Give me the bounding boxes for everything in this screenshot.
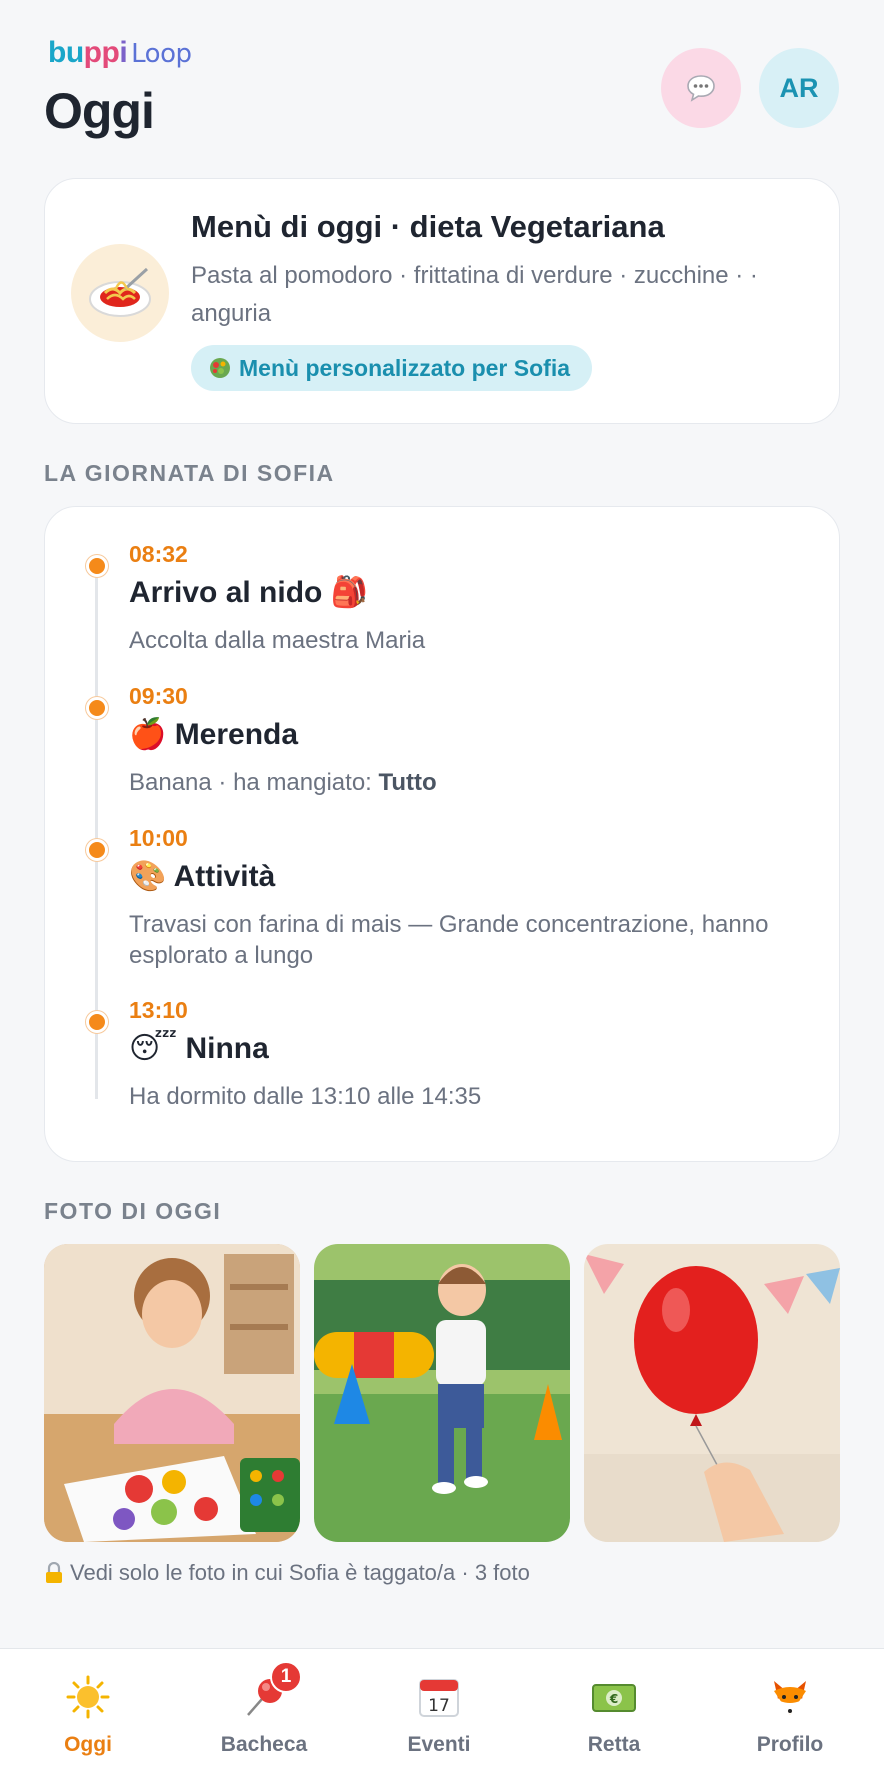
brand-part-1: bu bbox=[48, 36, 84, 69]
menu-title: Menù di oggi · dieta Vegetariana bbox=[191, 209, 665, 244]
personalized-menu-badge[interactable]: Menù personalizzato per Sofia bbox=[191, 345, 592, 391]
nav-item-oggi[interactable]: Oggi bbox=[23, 1669, 153, 1757]
personalized-menu-label: Menù personalizzato per Sofia bbox=[239, 354, 570, 381]
nav-label-eventi: Eventi bbox=[407, 1733, 471, 1756]
nav-label-profilo: Profilo bbox=[756, 1733, 824, 1756]
app-screen: buppi Loop Oggi AR Menù di oggi · dieta V… bbox=[0, 0, 884, 1779]
timeline-dot bbox=[86, 1011, 108, 1033]
lock-icon bbox=[46, 1562, 62, 1583]
avatar[interactable]: AR bbox=[759, 48, 839, 128]
fox-icon bbox=[762, 1669, 818, 1725]
photo-note: Vedi solo le foto in cui Sofia è taggato… bbox=[44, 1560, 530, 1586]
timeline-desc-prefix: Banana · ha mangiato: bbox=[129, 769, 379, 796]
food-circle bbox=[71, 244, 169, 342]
timeline-desc: Accolta dalla maestra Maria bbox=[129, 627, 426, 654]
menu-card[interactable]: Menù di oggi · dieta Vegetariana Pasta a… bbox=[44, 178, 840, 424]
timeline-card: 08:32 Arrivo al nido 🎒 Accolta dalla mae… bbox=[44, 506, 840, 1162]
calendar-icon: 17 bbox=[411, 1669, 467, 1725]
spaghetti-icon bbox=[89, 267, 151, 317]
nav-label-oggi: Oggi bbox=[64, 1733, 112, 1756]
nav-item-eventi[interactable]: 17 Eventi bbox=[374, 1669, 504, 1757]
sun-icon bbox=[60, 1669, 116, 1725]
bottom-nav: Oggi 1 Bacheca 17 Eventi € Retta Profilo bbox=[0, 1648, 884, 1779]
brand-part-3: i bbox=[119, 36, 128, 69]
timeline-dot bbox=[86, 839, 108, 861]
calendar-day: 17 bbox=[428, 1696, 450, 1716]
timeline-time: 10:00 bbox=[129, 825, 188, 851]
notification-badge: 1 bbox=[270, 1661, 302, 1693]
nav-item-retta[interactable]: € Retta bbox=[549, 1669, 679, 1757]
nav-item-profilo[interactable]: Profilo bbox=[725, 1669, 855, 1757]
speech-bubble-icon bbox=[687, 75, 715, 102]
timeline-title: 😴 Ninna bbox=[129, 1032, 269, 1065]
balloon-photo[interactable] bbox=[584, 1244, 840, 1542]
brand-logo: buppi Loop bbox=[48, 36, 192, 70]
menu-items: Pasta al pomodoro · frittatina di verdur… bbox=[191, 262, 758, 327]
painting-photo[interactable] bbox=[44, 1244, 300, 1542]
timeline-time: 13:10 bbox=[129, 997, 188, 1023]
timeline-title: 🎨 Attività bbox=[129, 860, 276, 893]
timeline-title: 🍎 Merenda bbox=[129, 718, 299, 751]
chat-button[interactable] bbox=[661, 48, 741, 128]
svg-text:€: € bbox=[609, 1692, 618, 1706]
photo-note-text: Vedi solo le foto in cui Sofia è taggato… bbox=[70, 1560, 530, 1585]
timeline-desc: Ha dormito dalle 13:10 alle 14:35 bbox=[129, 1083, 482, 1110]
timeline-desc: Travasi con farina di mais — Grande conc… bbox=[129, 911, 769, 969]
money-icon: € bbox=[586, 1669, 642, 1725]
timeline-time: 09:30 bbox=[129, 683, 188, 709]
brand-part-2: pp bbox=[83, 36, 120, 69]
timeline-dot bbox=[86, 697, 108, 719]
photos-section-label: FOTO DI OGGI bbox=[44, 1198, 222, 1224]
salad-icon bbox=[210, 358, 230, 378]
timeline-time: 08:32 bbox=[129, 541, 188, 567]
timeline-title: Arrivo al nido 🎒 bbox=[129, 576, 369, 609]
brand-loop: Loop bbox=[131, 39, 192, 69]
nav-label-retta: Retta bbox=[587, 1733, 641, 1756]
timeline-desc: Banana · ha mangiato: Tutto bbox=[129, 767, 789, 798]
timeline-desc-bold: Tutto bbox=[378, 769, 437, 796]
page-title: Oggi bbox=[44, 83, 155, 139]
running-photo[interactable] bbox=[314, 1244, 570, 1542]
nav-item-bacheca[interactable]: 1 Bacheca bbox=[199, 1661, 329, 1757]
timeline-dot bbox=[86, 555, 108, 577]
pushpin-icon: 1 bbox=[236, 1661, 302, 1725]
timeline-section-label: LA GIORNATA DI SOFIA bbox=[44, 460, 335, 486]
nav-label-bacheca: Bacheca bbox=[220, 1733, 308, 1756]
